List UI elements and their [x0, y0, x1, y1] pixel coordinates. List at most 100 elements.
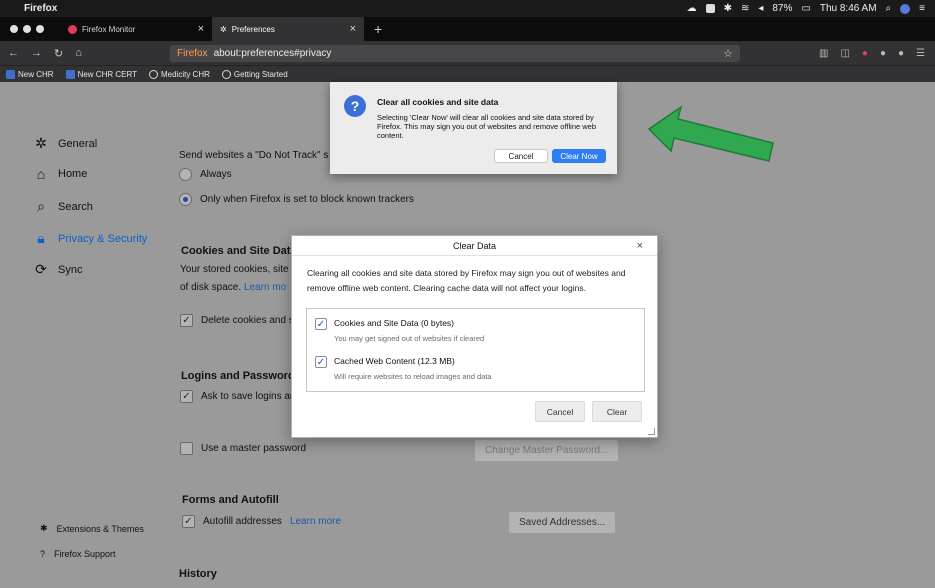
cloud-icon[interactable]: ☁ — [687, 3, 697, 14]
dnt-text: Send websites a "Do Not Track" s — [179, 150, 329, 161]
zoom-window-button[interactable] — [36, 25, 44, 33]
checkbox-checked[interactable]: ✓ — [182, 515, 195, 528]
battery-icon[interactable]: ▭ — [801, 3, 810, 14]
forms-heading: Forms and Autofill — [182, 494, 279, 506]
option-subtitle: You may get signed out of websites if cl… — [334, 334, 485, 343]
bookmark-getting-started[interactable]: Getting Started — [221, 69, 288, 79]
saved-addresses-button[interactable]: Saved Addresses... — [509, 512, 616, 533]
reload-icon[interactable]: ↻ — [54, 47, 63, 60]
checkbox-checked[interactable]: ✓ — [180, 390, 193, 403]
clear-options-box: ✓ Cookies and Site Data (0 bytes) You ma… — [306, 308, 645, 392]
history-heading: History — [179, 568, 217, 580]
sidebar-item-privacy[interactable]: 🔒︎ Privacy & Security — [34, 230, 147, 247]
cookies-text-1: Your stored cookies, site — [180, 264, 289, 275]
volume-icon[interactable]: ◂ — [758, 3, 763, 14]
gear-icon: ✲ — [35, 135, 47, 151]
cookies-site-data-option[interactable]: ✓ Cookies and Site Data (0 bytes) You ma… — [315, 318, 484, 343]
sidebar-item-home[interactable]: ⌂ Home — [34, 166, 88, 182]
checkbox-checked[interactable]: ✓ — [180, 314, 193, 327]
bookmark-medicity-chr[interactable]: Medicity CHR — [148, 69, 210, 79]
account-icon[interactable]: ● — [880, 48, 886, 59]
status-area: ☁ ✱ ≋ ◂ 87% ▭ Thu 8:46 AM ⌕ ≡ — [687, 3, 925, 14]
firefox-identity[interactable]: Firefox — [177, 48, 208, 59]
siri-icon[interactable] — [900, 3, 911, 14]
window-controls — [0, 17, 60, 41]
master-password-option[interactable]: Use a master password — [180, 442, 306, 455]
pocket-icon[interactable]: ● — [862, 48, 868, 59]
logins-heading: Logins and Password — [181, 370, 295, 382]
clear-now-button[interactable]: Clear Now — [552, 149, 606, 163]
tab-firefox-monitor[interactable]: Firefox Monitor × — [60, 17, 212, 41]
checkbox-unchecked[interactable] — [180, 442, 193, 455]
home-icon[interactable]: ⌂ — [75, 47, 82, 60]
radio-button[interactable] — [179, 193, 192, 206]
sidebar-item-search[interactable]: ⌕ Search — [34, 198, 93, 215]
display-icon[interactable] — [705, 4, 715, 13]
wifi-icon[interactable]: ≋ — [741, 3, 749, 14]
battery-percent[interactable]: 87% — [772, 3, 792, 14]
sidebar-icon[interactable]: ◫ — [840, 48, 849, 59]
bookmark-new-chr-cert[interactable]: New CHR CERT — [65, 69, 137, 79]
delete-cookies-option[interactable]: ✓ Delete cookies and s — [180, 314, 294, 327]
sidebar-extensions-themes[interactable]: ✱ Extensions & Themes — [40, 523, 144, 534]
extension-icon[interactable]: ● — [898, 48, 904, 59]
cookies-heading: Cookies and Site Dat — [181, 245, 291, 257]
clear-confirm-alert: ? Clear all cookies and site data Select… — [330, 82, 617, 174]
option-title: Cookies and Site Data (0 bytes) — [334, 318, 455, 328]
option-title: Cached Web Content (12.3 MB) — [334, 356, 455, 366]
new-tab-button[interactable]: + — [364, 17, 382, 41]
dnt-only-option[interactable]: Only when Firefox is set to block known … — [179, 193, 414, 206]
bluetooth-icon[interactable]: ✱ — [724, 3, 732, 14]
back-icon[interactable]: ← — [8, 47, 19, 60]
close-tab-icon[interactable]: × — [350, 23, 356, 35]
url-text[interactable]: about:preferences#privacy — [214, 48, 332, 59]
globe-icon — [148, 69, 158, 79]
bookmark-star-icon[interactable]: ☆ — [723, 47, 733, 60]
url-bar[interactable]: Firefox about:preferences#privacy ☆ — [170, 44, 740, 62]
dnt-always-option[interactable]: Always — [179, 168, 232, 181]
globe-icon — [221, 69, 231, 79]
bookmarks-toolbar: New CHR New CHR CERT Medicity CHR Gettin… — [0, 65, 935, 82]
tab-preferences[interactable]: ✲ Preferences × — [212, 17, 364, 41]
question-icon: ? — [344, 95, 366, 117]
checkbox-checked[interactable]: ✓ — [315, 318, 327, 330]
tab-label: Firefox Monitor — [82, 24, 136, 34]
cancel-button[interactable]: Cancel — [535, 401, 585, 422]
nav-bar: ← → ↻ ⌂ Firefox about:preferences#privac… — [0, 41, 935, 65]
radio-button[interactable] — [179, 168, 192, 181]
resize-grip-icon[interactable] — [648, 428, 655, 435]
sidebar-firefox-support[interactable]: ? Firefox Support — [40, 549, 116, 559]
change-master-password-button[interactable]: Change Master Password... — [475, 440, 619, 461]
learn-more-link[interactable]: Learn more — [290, 516, 341, 527]
search-icon: ⌕ — [37, 198, 45, 214]
spotlight-icon[interactable]: ⌕ — [886, 3, 892, 14]
clock[interactable]: Thu 8:46 AM — [820, 3, 877, 14]
dialog-description: Clearing all cookies and site data store… — [307, 268, 626, 293]
clear-button[interactable]: Clear — [592, 401, 642, 422]
ask-save-logins-option[interactable]: ✓ Ask to save logins ar — [180, 390, 293, 403]
learn-more-link[interactable]: Learn mo — [244, 282, 286, 293]
alert-message: Selecting 'Clear Now' will clear all coo… — [377, 113, 596, 140]
forward-icon[interactable]: → — [31, 47, 42, 60]
close-icon[interactable]: × — [637, 240, 643, 252]
autofill-addresses-option[interactable]: ✓ Autofill addresses Learn more — [182, 515, 341, 528]
toolbar-icons: ▥ ◫ ● ● ● ☰ — [819, 48, 925, 59]
checkbox-checked[interactable]: ✓ — [315, 356, 327, 368]
close-window-button[interactable] — [10, 25, 18, 33]
notification-center-icon[interactable]: ≡ — [919, 3, 925, 14]
close-tab-icon[interactable]: × — [198, 23, 204, 35]
app-menu[interactable]: Firefox — [24, 3, 57, 14]
option-subtitle: Will require websites to reload images a… — [334, 372, 492, 381]
minimize-window-button[interactable] — [23, 25, 31, 33]
clear-data-dialog: Clear Data × Clearing all cookies and si… — [291, 235, 658, 438]
bookmark-new-chr[interactable]: New CHR — [6, 69, 54, 79]
cookies-text-2: of disk space. Learn mo — [180, 282, 287, 293]
tab-strip: Firefox Monitor × ✲ Preferences × + — [0, 17, 935, 41]
cached-web-content-option[interactable]: ✓ Cached Web Content (12.3 MB) Will requ… — [315, 356, 492, 381]
mac-menu-bar: Firefox ☁ ✱ ≋ ◂ 87% ▭ Thu 8:46 AM ⌕ ≡ — [0, 0, 935, 17]
library-icon[interactable]: ▥ — [819, 48, 828, 59]
menu-icon[interactable]: ☰ — [916, 48, 925, 59]
cancel-button[interactable]: Cancel — [494, 149, 548, 163]
sidebar-item-sync[interactable]: ⟳ Sync — [34, 261, 82, 278]
sidebar-item-general[interactable]: ✲ General — [34, 135, 97, 152]
